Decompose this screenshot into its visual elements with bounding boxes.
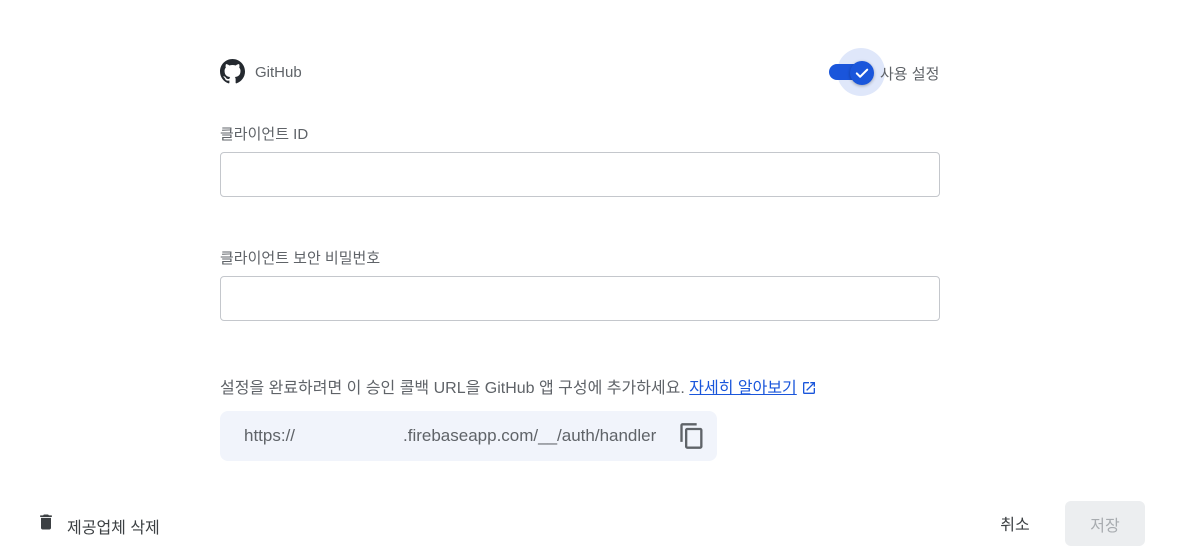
callback-url-box: https:// .firebaseapp.com/__/auth/handle…	[220, 411, 717, 461]
github-icon	[220, 59, 245, 84]
callback-url-suffix: .firebaseapp.com/__/auth/handler	[403, 426, 657, 445]
external-link-icon	[802, 382, 815, 394]
callback-url-prefix: https://	[244, 426, 296, 445]
callback-info-text: 설정을 완료하려면 이 승인 콜백 URL을 GitHub 앱 구성에 추가하세…	[220, 380, 685, 397]
enable-toggle[interactable]: 사용 설정	[829, 48, 940, 96]
learn-more-link[interactable]: 자세히 알아보기	[689, 380, 817, 397]
check-icon	[855, 68, 869, 78]
cancel-button[interactable]: 취소	[990, 505, 1040, 541]
delete-provider-label: 제공업체 삭제	[67, 520, 160, 537]
toggle-thumb[interactable]	[850, 61, 874, 85]
client-secret-label: 클라이언트 보안 비밀번호	[220, 250, 381, 267]
client-id-label: 클라이언트 ID	[220, 126, 309, 143]
provider-header: GitHub 사용 설정	[220, 48, 940, 96]
callback-info: 설정을 완료하려면 이 승인 콜백 URL을 GitHub 앱 구성에 추가하세…	[220, 374, 817, 398]
client-secret-input[interactable]	[220, 276, 940, 321]
toggle-label: 사용 설정	[880, 66, 940, 83]
learn-more-label: 자세히 알아보기	[689, 380, 797, 397]
provider-settings-page: GitHub 사용 설정 클라이언트 ID 클라이언트 보안 비밀번호 설정을 …	[0, 0, 1190, 560]
client-id-input[interactable]	[220, 152, 940, 197]
provider-name: GitHub	[255, 64, 302, 81]
copy-icon[interactable]	[678, 422, 706, 450]
trash-icon	[40, 514, 52, 530]
save-button[interactable]: 저장	[1065, 501, 1145, 546]
